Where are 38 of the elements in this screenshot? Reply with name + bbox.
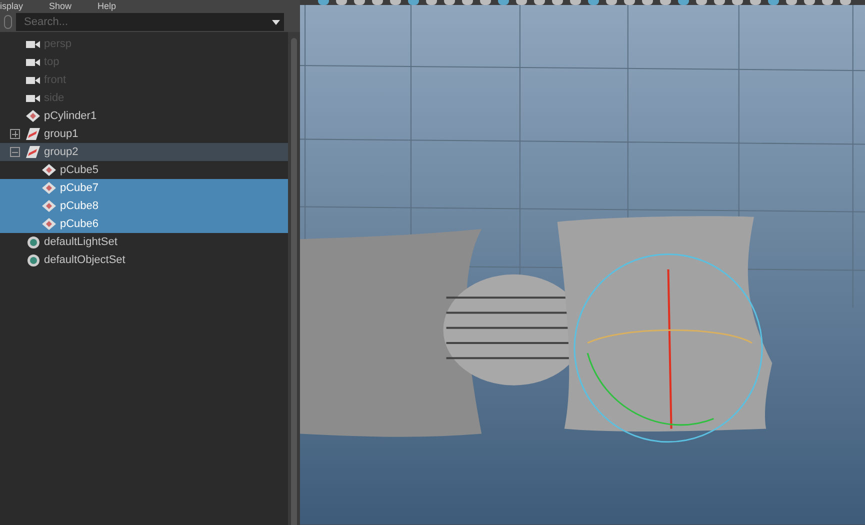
- outliner-label: pCylinder1: [44, 108, 97, 124]
- outliner-label: pCube8: [60, 198, 99, 214]
- outliner-label: defaultObjectSet: [44, 252, 126, 268]
- outliner-row[interactable]: pCylinder1: [0, 107, 288, 125]
- outliner-row[interactable]: pCube5: [0, 161, 288, 179]
- mesh-node-icon: [42, 164, 56, 176]
- outliner-row[interactable]: defaultObjectSet: [0, 251, 288, 269]
- group-icon: [26, 146, 40, 158]
- outliner-row[interactable]: pCube7: [0, 179, 288, 197]
- mesh-node-icon: [26, 110, 40, 122]
- set-icon: [26, 236, 40, 248]
- mesh-node-icon: [42, 182, 56, 194]
- camera-icon: [26, 58, 40, 66]
- menu-item[interactable]: Show: [49, 2, 72, 10]
- group-icon: [26, 128, 40, 140]
- mesh-node-icon: [42, 218, 56, 230]
- expand-icon[interactable]: [10, 129, 20, 139]
- outliner-row[interactable]: pCube8: [0, 197, 288, 215]
- camera-icon: [26, 94, 40, 102]
- menu-item[interactable]: Help: [98, 2, 116, 10]
- camera-icon: [26, 40, 40, 48]
- menu-item[interactable]: isplay: [0, 2, 24, 10]
- outliner-label: pCube7: [60, 180, 99, 196]
- outliner-row[interactable]: defaultLightSet: [0, 233, 288, 251]
- outliner-label: pCube5: [60, 162, 99, 178]
- outliner-row[interactable]: group1: [0, 125, 288, 143]
- outliner-row[interactable]: pCube6: [0, 215, 288, 233]
- mesh-node-icon: [42, 200, 56, 212]
- outliner-row[interactable]: group2: [0, 143, 288, 161]
- dropdown-icon[interactable]: [272, 20, 280, 24]
- outliner-label: group2: [44, 144, 78, 160]
- camera-icon: [26, 76, 40, 84]
- set-icon: [26, 254, 40, 266]
- outliner-label: defaultLightSet: [44, 234, 118, 250]
- scrollbar[interactable]: [288, 32, 300, 525]
- outliner-label: group1: [44, 126, 78, 142]
- collapse-icon[interactable]: [10, 147, 20, 157]
- outliner-label: pCube6: [60, 216, 99, 232]
